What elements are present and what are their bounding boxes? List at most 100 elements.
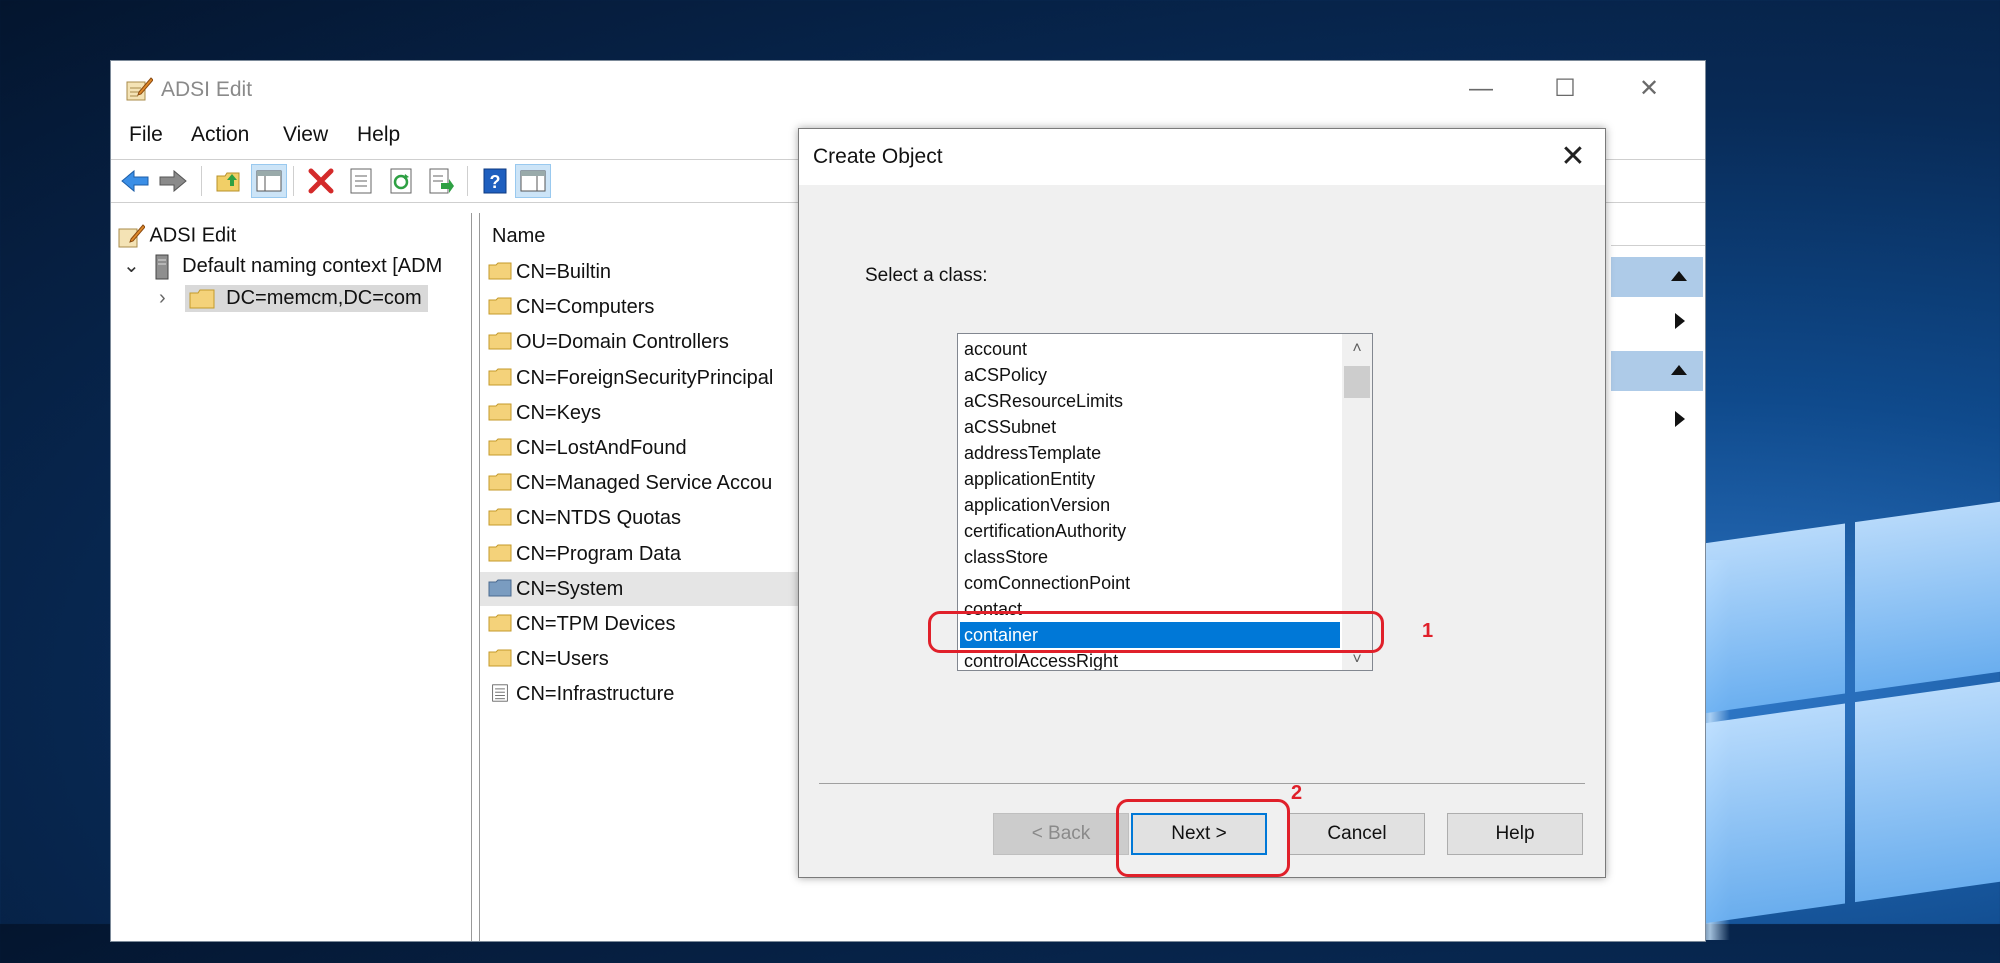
menu-help[interactable]: Help [357, 123, 400, 147]
collapse-arrow-icon[interactable] [1669, 363, 1689, 377]
window-title: ADSI Edit [161, 78, 253, 101]
class-list-item[interactable]: addressTemplate [964, 440, 1101, 466]
actions-section-bar[interactable] [1611, 257, 1703, 297]
list-item[interactable]: CN=Managed Service Accou [480, 466, 800, 500]
list-item[interactable]: CN=Keys [480, 396, 800, 430]
scroll-up-icon[interactable]: ˄ [1342, 334, 1372, 364]
folder-icon [488, 403, 512, 421]
tree-root[interactable]: ADSI Edit [117, 223, 236, 249]
list-item-label: CN=ForeignSecurityPrincipal [516, 366, 774, 389]
folder-icon [488, 368, 512, 386]
class-list-item[interactable]: applicationEntity [964, 466, 1095, 492]
close-window-button[interactable]: ✕ [1619, 71, 1679, 107]
back-icon[interactable] [117, 164, 153, 198]
collapse-chevron-icon[interactable]: ⌄ [123, 253, 147, 278]
list-item[interactable]: CN=LostAndFound [480, 431, 800, 465]
list-item[interactable]: CN=ForeignSecurityPrincipal [480, 361, 800, 395]
list-item-label: CN=NTDS Quotas [516, 507, 682, 530]
document-icon [492, 684, 508, 702]
annotation-box-1 [928, 611, 1384, 653]
dialog-title: Create Object [813, 145, 943, 168]
list-item-label: CN=TPM Devices [516, 613, 676, 635]
list-item-label: CN=Infrastructure [516, 683, 675, 706]
class-list-item[interactable]: aCSPolicy [964, 362, 1047, 388]
name-column-header[interactable]: Name [492, 225, 545, 248]
folder-icon [488, 262, 512, 280]
class-list-item[interactable]: classStore [964, 544, 1048, 570]
list-item[interactable]: CN=System [480, 571, 800, 606]
actions-header [1611, 211, 1705, 246]
windows-logo [1705, 497, 2000, 963]
cancel-button[interactable]: Cancel [1289, 813, 1425, 855]
export-list-icon[interactable] [423, 164, 459, 198]
expand-arrow-icon[interactable] [1673, 311, 1687, 331]
list-item[interactable]: CN=Program Data [480, 537, 800, 571]
folder-icon [488, 508, 512, 526]
class-list-item[interactable]: certificationAuthority [964, 518, 1126, 544]
menu-file[interactable]: File [129, 123, 163, 147]
svg-text:?: ? [490, 172, 501, 192]
folder-icon [488, 297, 512, 315]
tree-domain-node[interactable]: › DC=memcm,DC=com [159, 285, 428, 312]
tree-pane: ADSI Edit ⌄ Default naming context [ADM … [111, 213, 472, 941]
class-list-item[interactable]: account [964, 336, 1027, 362]
server-icon [155, 254, 169, 280]
menu-action[interactable]: Action [191, 123, 249, 147]
list-item[interactable]: CN=NTDS Quotas [480, 501, 800, 535]
maximize-button[interactable]: ☐ [1535, 71, 1595, 107]
delete-icon[interactable] [303, 164, 339, 198]
actions-section-bar[interactable] [1611, 351, 1703, 391]
scroll-down-icon[interactable]: ˅ [1342, 650, 1372, 670]
tree-domain-label: DC=memcm,DC=com [226, 287, 422, 309]
tree-context-label: Default naming context [ADM [182, 255, 443, 277]
class-list-item[interactable]: aCSSubnet [964, 414, 1056, 440]
folder-icon [488, 649, 512, 667]
list-item[interactable]: CN=Infrastructure [480, 677, 800, 711]
list-item[interactable]: CN=TPM Devices [480, 607, 800, 641]
select-class-label: Select a class: [865, 265, 988, 286]
folder-icon [488, 332, 512, 350]
refresh-icon[interactable] [383, 164, 419, 198]
expand-chevron-icon[interactable]: › [159, 287, 179, 310]
list-item-label: CN=Computers [516, 296, 655, 319]
minimize-button[interactable]: — [1451, 71, 1511, 107]
class-list-item[interactable]: applicationVersion [964, 492, 1110, 518]
list-item-label: CN=Keys [516, 401, 602, 424]
back-button[interactable]: < Back [993, 813, 1129, 855]
folder-icon [488, 438, 512, 456]
dialog-title-bar: Create Object ✕ [799, 129, 1605, 185]
scroll-thumb[interactable] [1344, 366, 1370, 398]
folder-icon [488, 579, 512, 597]
annotation-number-1: 1 [1422, 620, 1434, 642]
class-list-item[interactable]: comConnectionPoint [964, 570, 1130, 596]
list-item-label: CN=Program Data [516, 542, 682, 565]
annotation-box-2 [1116, 799, 1290, 877]
list-item-label: OU=Domain Controllers [516, 331, 729, 354]
help-button[interactable]: Help [1447, 813, 1583, 855]
dialog-separator [819, 783, 1585, 784]
properties-icon[interactable] [343, 164, 379, 198]
list-item[interactable]: OU=Domain Controllers [480, 325, 800, 359]
adsi-edit-icon [118, 224, 146, 248]
dialog-close-button[interactable]: ✕ [1551, 135, 1595, 179]
show-hide-tree-icon[interactable] [251, 164, 287, 198]
list-item[interactable]: CN=Users [480, 642, 800, 676]
folder-icon [488, 614, 512, 632]
expand-arrow-icon[interactable] [1673, 409, 1687, 429]
list-item[interactable]: CN=Builtin [480, 255, 800, 289]
menu-view[interactable]: View [283, 123, 328, 147]
help-icon[interactable]: ? [477, 164, 513, 198]
class-list-item[interactable]: aCSResourceLimits [964, 388, 1123, 414]
list-item-label: CN=LostAndFound [516, 437, 687, 459]
tree-context-node[interactable]: ⌄ Default naming context [ADM [123, 253, 442, 280]
tree-root-label: ADSI Edit [149, 224, 237, 247]
list-item[interactable]: CN=Computers [480, 290, 800, 324]
collapse-arrow-icon[interactable] [1669, 269, 1689, 283]
up-folder-icon[interactable] [211, 164, 247, 198]
forward-icon[interactable] [155, 164, 191, 198]
list-item-label: CN=System [516, 577, 624, 600]
show-hide-action-pane-icon[interactable] [515, 164, 551, 198]
create-object-dialog: Create Object ✕ Select a class: account a… [798, 128, 1606, 878]
list-item-label: CN=Users [516, 648, 609, 671]
folder-icon [189, 289, 215, 309]
